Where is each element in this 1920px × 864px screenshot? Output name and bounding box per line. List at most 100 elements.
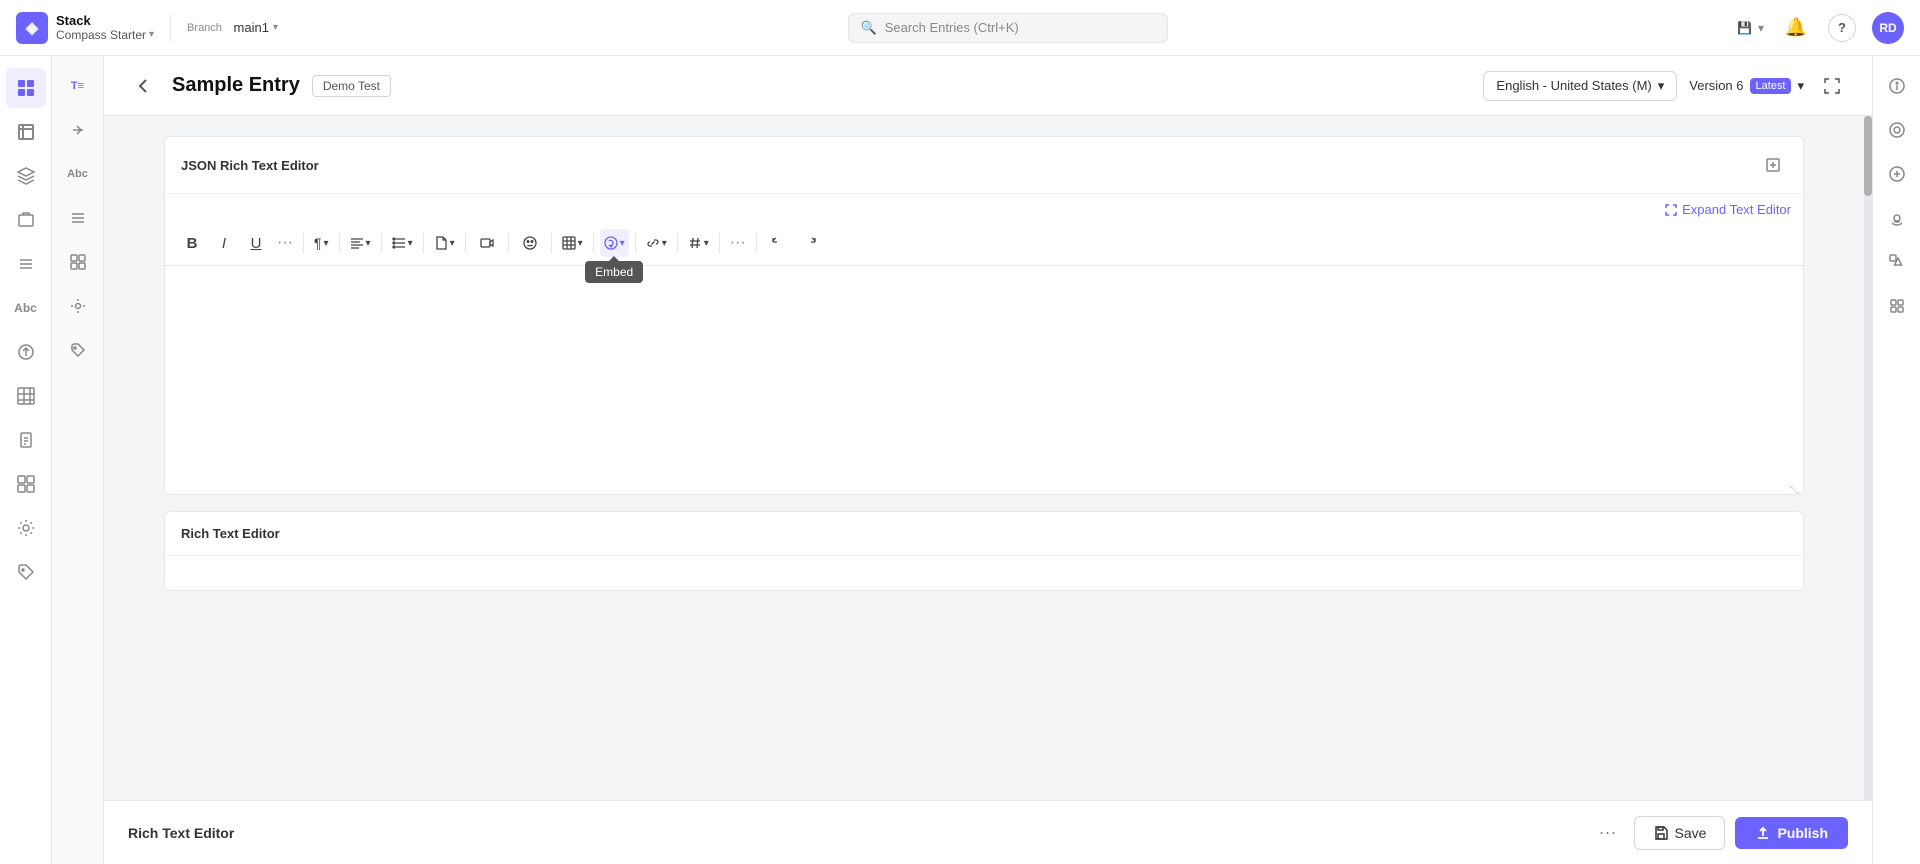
publish-button[interactable]: Publish <box>1735 817 1848 849</box>
sec-sidebar-grid-icon[interactable] <box>60 244 96 280</box>
more-options-button[interactable]: ··· <box>1592 817 1624 849</box>
toolbar-redo-button[interactable] <box>795 229 825 257</box>
toolbar-sep1 <box>303 233 304 253</box>
json-editor-actions <box>1759 151 1787 179</box>
sidebar-item-modules[interactable] <box>6 464 46 504</box>
toolbar-sep12 <box>756 233 757 253</box>
search-placeholder: Search Entries (Ctrl+K) <box>885 20 1019 35</box>
toolbar-sep2 <box>339 233 340 253</box>
language-selector[interactable]: English - United States (M) ▾ <box>1483 71 1677 101</box>
help-button[interactable]: ? <box>1828 14 1856 42</box>
sidebar-item-clipboard[interactable] <box>6 420 46 460</box>
user-avatar[interactable]: RD <box>1872 12 1904 44</box>
language-label: English - United States (M) <box>1496 78 1651 93</box>
rich-text-toolbar: B I U ··· ¶▾ ▾ <box>165 221 1803 266</box>
expand-fullscreen-button[interactable] <box>1816 70 1848 102</box>
demo-badge[interactable]: Demo Test <box>312 75 391 97</box>
notifications-button[interactable]: 🔔 <box>1780 12 1812 44</box>
branch-chevron-icon: ▾ <box>273 22 278 33</box>
toolbar-bold-button[interactable]: B <box>177 229 207 257</box>
toolbar-sep5 <box>465 233 466 253</box>
toolbar-embed-button[interactable]: ▾ Embed <box>600 229 629 257</box>
toolbar-list-button[interactable]: ▾ <box>388 229 417 257</box>
toolbar-sep7 <box>551 233 552 253</box>
json-editor-body[interactable] <box>165 266 1803 486</box>
sidebar-item-list[interactable] <box>6 244 46 284</box>
search-box[interactable]: 🔍 Search Entries (Ctrl+K) <box>848 13 1168 43</box>
sidebar-item-layers[interactable] <box>6 156 46 196</box>
nav-right: 💾 ▾ 🔔 ? RD <box>1737 12 1904 44</box>
sidebar-item-dashboard[interactable] <box>6 68 46 108</box>
expand-text-editor-link[interactable]: Expand Text Editor <box>1664 202 1791 217</box>
publish-label: Publish <box>1777 825 1828 841</box>
toolbar-overflow-button[interactable]: ··· <box>726 234 750 252</box>
sidebar-item-entries[interactable] <box>6 112 46 152</box>
version-label: Version 6 <box>1689 78 1743 93</box>
sec-sidebar-settings-icon[interactable] <box>60 288 96 324</box>
sec-sidebar-list-icon[interactable] <box>60 200 96 236</box>
right-panel-component-icon[interactable] <box>1879 288 1915 324</box>
json-editor-add-button[interactable] <box>1759 151 1787 179</box>
main-scroll-area[interactable]: JSON Rich Text Editor Expand Text Editor <box>104 116 1864 800</box>
right-panel-shapes-icon[interactable] <box>1879 244 1915 280</box>
sidebar-item-text[interactable]: Abc <box>6 288 46 328</box>
app-logo[interactable]: ◈ Stack Compass Starter ▾ <box>16 12 154 44</box>
branch-selector[interactable]: Branch main1 ▾ <box>187 20 278 35</box>
top-navigation: ◈ Stack Compass Starter ▾ Branch main1 ▾… <box>0 0 1920 56</box>
rich-text-editor-card: Rich Text Editor <box>164 511 1804 591</box>
nav-divider <box>170 14 171 42</box>
toolbar-file-button[interactable]: ▾ <box>430 229 459 257</box>
toolbar-paragraph-button[interactable]: ¶▾ <box>310 229 333 257</box>
json-rich-text-editor-card: JSON Rich Text Editor Expand Text Editor <box>164 136 1804 495</box>
entry-header: Sample Entry Demo Test English - United … <box>104 56 1872 116</box>
toolbar-more-format-button[interactable]: ··· <box>273 234 297 252</box>
toolbar-sep4 <box>423 233 424 253</box>
sec-sidebar-abc-icon[interactable]: Abc <box>60 156 96 192</box>
sidebar-item-push[interactable] <box>6 332 46 372</box>
sec-sidebar-tag-icon[interactable] <box>60 332 96 368</box>
toolbar-sep6 <box>508 233 509 253</box>
version-chevron-icon: ▾ <box>1797 78 1804 94</box>
editor-resize-handle[interactable]: ⤡ <box>165 486 1803 494</box>
toolbar-link-button[interactable]: ▾ <box>642 229 671 257</box>
save-icon: 💾 <box>1737 21 1752 35</box>
toolbar-underline-button[interactable]: U <box>241 229 271 257</box>
rich-text-editor-header: Rich Text Editor <box>165 512 1803 556</box>
sidebar-item-settings[interactable] <box>6 508 46 548</box>
scrollbar-thumb[interactable] <box>1864 116 1872 196</box>
toolbar-undo-button[interactable] <box>763 229 793 257</box>
content-area: Sample Entry Demo Test English - United … <box>104 56 1872 864</box>
expand-text-editor-area: Expand Text Editor <box>165 194 1803 221</box>
search-icon: 🔍 <box>861 20 877 36</box>
version-badge: Latest <box>1750 78 1792 94</box>
brand-name-sub[interactable]: Compass Starter ▾ <box>56 28 154 42</box>
right-panel-preview-icon[interactable] <box>1879 112 1915 148</box>
brand-name-top: Stack <box>56 13 154 29</box>
sidebar-item-tag[interactable] <box>6 552 46 592</box>
sec-sidebar-back-icon[interactable] <box>60 112 96 148</box>
chevron-down-icon: ▾ <box>1758 21 1764 35</box>
save-label: Save <box>1675 825 1707 841</box>
sidebar-item-grid[interactable] <box>6 376 46 416</box>
rich-text-bottom-label: Rich Text Editor <box>128 825 234 841</box>
toolbar-italic-button[interactable]: I <box>209 229 239 257</box>
bottom-actions: ··· Save Publish <box>1592 816 1848 850</box>
left-sidebar: Abc <box>0 56 52 864</box>
toolbar-video-button[interactable] <box>472 229 502 257</box>
toolbar-emoji-button[interactable] <box>515 229 545 257</box>
rich-text-editor-title: Rich Text Editor <box>181 526 280 541</box>
toolbar-sep10 <box>677 233 678 253</box>
sec-sidebar-text-icon[interactable]: T≡ <box>60 68 96 104</box>
toolbar-align-button[interactable]: ▾ <box>346 229 375 257</box>
back-button[interactable] <box>128 70 160 102</box>
right-panel-add-icon[interactable] <box>1879 156 1915 192</box>
toolbar-table-button[interactable]: ▾ <box>558 229 587 257</box>
vertical-scrollbar[interactable] <box>1864 116 1872 800</box>
right-panel-broadcast-icon[interactable] <box>1879 200 1915 236</box>
right-panel-info-icon[interactable] <box>1879 68 1915 104</box>
toolbar-hash-button[interactable]: ▾ <box>684 229 713 257</box>
version-selector[interactable]: Version 6 Latest ▾ <box>1689 78 1804 94</box>
save-button[interactable]: Save <box>1634 816 1726 850</box>
sidebar-item-media[interactable] <box>6 200 46 240</box>
toolbar-sep11 <box>719 233 720 253</box>
